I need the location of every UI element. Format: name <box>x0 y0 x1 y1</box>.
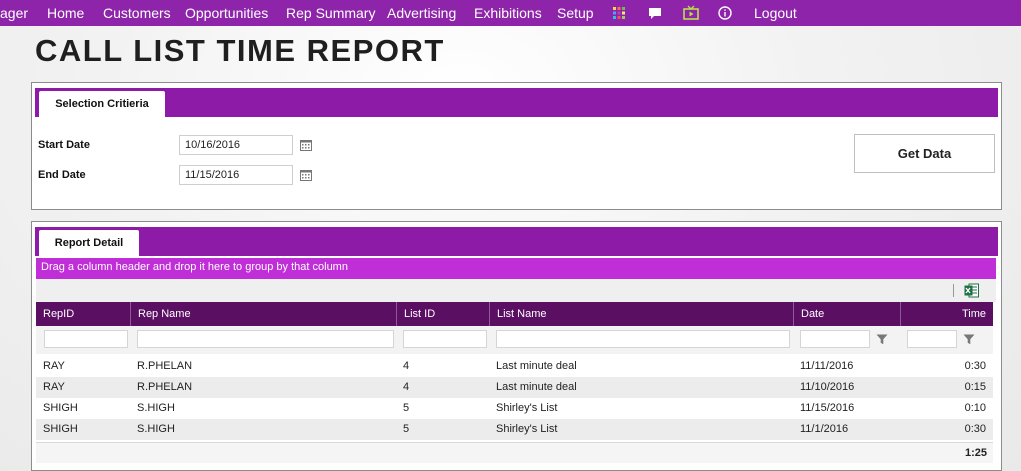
nav-item-customers[interactable]: Customers <box>103 5 171 21</box>
cell-repid: RAY <box>43 360 65 372</box>
table-row[interactable]: SHIGH S.HIGH 5 Shirley's List 11/15/2016… <box>36 398 993 419</box>
column-header-list-id[interactable]: List ID <box>396 302 489 326</box>
cell-time: 0:30 <box>964 423 986 435</box>
tab-selection-criteria[interactable]: Selection Critieria <box>39 91 165 117</box>
column-header-time[interactable]: Time <box>900 302 993 326</box>
nav-item-manager[interactable]: ager <box>0 5 28 21</box>
info-icon[interactable] <box>718 6 732 20</box>
table-row[interactable]: RAY R.PHELAN 4 Last minute deal 11/11/20… <box>36 356 993 377</box>
nav-item-home[interactable]: Home <box>47 5 84 21</box>
end-date-label: End Date <box>38 169 86 181</box>
filter-icon[interactable] <box>963 334 975 345</box>
nav-item-rep-summary[interactable]: Rep Summary <box>286 5 375 21</box>
filter-input-list-name[interactable] <box>496 330 790 348</box>
top-navigation-bar: ager Home Customers Opportunities Rep Su… <box>0 0 1021 26</box>
excel-export-icon[interactable] <box>964 283 979 298</box>
cell-date: 11/11/2016 <box>800 360 854 372</box>
report-panel-header: Report Detail <box>35 227 998 256</box>
column-header-list-name[interactable]: List Name <box>489 302 793 326</box>
calendar-icon[interactable] <box>300 169 312 181</box>
cell-rep-name: S.HIGH <box>137 402 175 414</box>
cell-list-id: 5 <box>403 423 410 435</box>
selection-panel-header: Selection Critieria <box>35 88 998 117</box>
nav-item-opportunities[interactable]: Opportunities <box>185 5 268 21</box>
filter-icon[interactable] <box>876 334 888 345</box>
tab-report-detail[interactable]: Report Detail <box>39 230 139 256</box>
nav-item-exhibitions[interactable]: Exhibitions <box>474 5 542 21</box>
start-date-label: Start Date <box>38 139 90 151</box>
grid-header-row: RepID Rep Name List ID List Name Date Ti… <box>36 302 993 326</box>
table-row[interactable]: SHIGH S.HIGH 5 Shirley's List 11/1/2016 … <box>36 419 993 440</box>
start-date-input[interactable] <box>179 135 293 155</box>
table-row[interactable]: RAY R.PHELAN 4 Last minute deal 11/10/20… <box>36 377 993 398</box>
cell-list-id: 4 <box>403 381 410 393</box>
get-data-button[interactable]: Get Data <box>854 134 995 173</box>
tv-icon[interactable] <box>683 5 699 21</box>
cell-list-id: 4 <box>403 360 410 372</box>
cell-list-name: Last minute deal <box>496 381 577 393</box>
grid-toolbar <box>36 279 996 302</box>
filter-input-rep-name[interactable] <box>137 330 394 348</box>
grid-icon[interactable] <box>612 6 626 20</box>
cell-rep-name: R.PHELAN <box>137 360 193 372</box>
cell-date: 11/1/2016 <box>800 423 849 435</box>
total-time: 1:25 <box>964 447 987 459</box>
filter-input-date[interactable] <box>800 330 870 348</box>
nav-item-logout[interactable]: Logout <box>754 5 797 21</box>
cell-list-name: Last minute deal <box>496 360 577 372</box>
cell-time: 0:30 <box>964 360 986 372</box>
cell-rep-name: S.HIGH <box>137 423 175 435</box>
chat-icon[interactable] <box>648 6 662 20</box>
column-header-repid[interactable]: RepID <box>36 302 130 326</box>
page-title: CALL LIST TIME REPORT <box>35 33 445 68</box>
column-header-rep-name[interactable]: Rep Name <box>130 302 396 326</box>
grid-filter-row <box>36 326 993 354</box>
cell-list-name: Shirley's List <box>496 402 558 414</box>
end-date-input[interactable] <box>179 165 293 185</box>
cell-date: 11/10/2016 <box>800 381 855 393</box>
cell-repid: SHIGH <box>43 423 78 435</box>
nav-item-advertising[interactable]: Advertising <box>387 5 456 21</box>
cell-repid: SHIGH <box>43 402 78 414</box>
cell-date: 11/15/2016 <box>800 402 855 414</box>
nav-item-setup[interactable]: Setup <box>557 5 594 21</box>
cell-time: 0:15 <box>964 381 986 393</box>
group-by-drop-area[interactable]: Drag a column header and drop it here to… <box>36 258 996 279</box>
calendar-icon[interactable] <box>300 139 312 151</box>
cell-rep-name: R.PHELAN <box>137 381 193 393</box>
cell-time: 0:10 <box>964 402 986 414</box>
cell-list-id: 5 <box>403 402 410 414</box>
filter-input-time[interactable] <box>907 330 957 348</box>
cell-repid: RAY <box>43 381 65 393</box>
filter-input-list-id[interactable] <box>403 330 487 348</box>
column-header-date[interactable]: Date <box>793 302 900 326</box>
toolbar-divider <box>953 284 954 297</box>
filter-input-repid[interactable] <box>44 330 128 348</box>
cell-list-name: Shirley's List <box>496 423 558 435</box>
grid-footer-row: 1:25 <box>36 442 993 463</box>
